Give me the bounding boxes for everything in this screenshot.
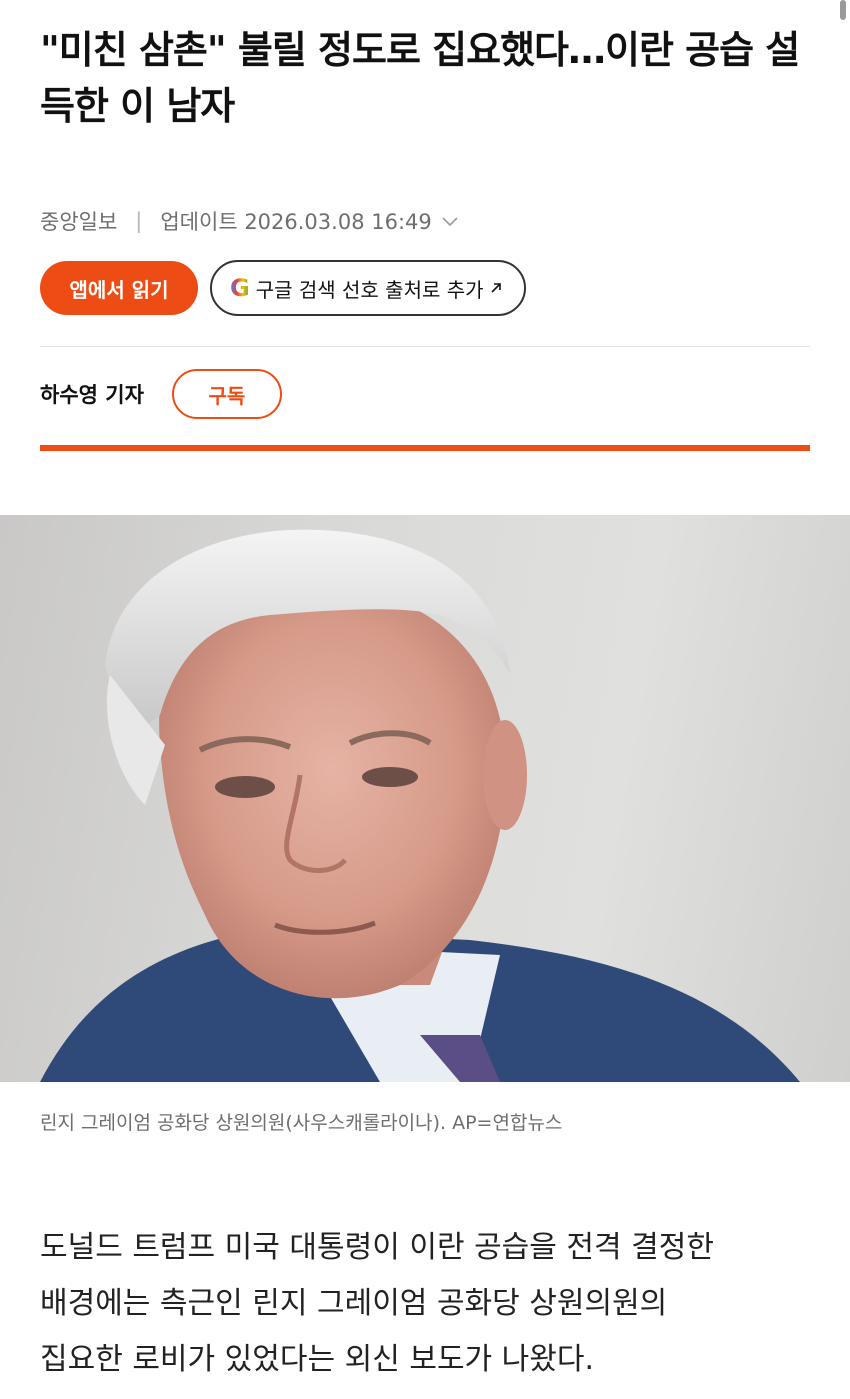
google-button-label: 구글 검색 선호 출처로 추가	[255, 277, 484, 302]
subscribe-button[interactable]: 구독	[171, 369, 282, 419]
photo-caption: 린지 그레이엄 공화당 상원의원(사우스캐롤라이나). AP=연합뉴스	[40, 1112, 563, 1134]
body-line: 배경에는 측근인 린지 그레이엄 공화당 상원의원의	[40, 1286, 668, 1321]
header-accent-rule	[40, 445, 810, 451]
action-buttons: 앱에서 읽기 G 구글 검색 선호 출처로 추가	[40, 260, 810, 316]
updated-timestamp[interactable]: 업데이트 2026.03.08 16:49	[160, 206, 431, 236]
google-icon: G	[230, 274, 250, 302]
divider	[40, 346, 810, 347]
scrollbar[interactable]	[840, 0, 846, 20]
chevron-down-icon[interactable]	[442, 212, 458, 231]
source-label[interactable]: 중앙일보	[40, 206, 117, 236]
article-meta: 중앙일보 | 업데이트 2026.03.08 16:49	[40, 206, 810, 236]
article-body: 도널드 트럼프 미국 대통령이 이란 공습을 전격 결정한 배경에는 측근인 린…	[40, 1220, 820, 1388]
body-line: 도널드 트럼프 미국 대통령이 이란 공습을 전격 결정한	[40, 1230, 714, 1265]
body-line: 집요한 로비가 있었다는 외신 보도가 나왔다.	[40, 1342, 595, 1377]
author-name[interactable]: 하수영 기자	[40, 379, 144, 409]
author-row: 하수영 기자 구독	[40, 369, 810, 419]
add-google-preferred-source-button[interactable]: G 구글 검색 선호 출처로 추가	[210, 260, 526, 316]
open-in-app-button[interactable]: 앱에서 읽기	[40, 261, 198, 315]
portrait-illustration	[40, 529, 800, 1082]
headline: "미친 삼촌" 불릴 정도로 집요했다…이란 공습 설득한 이 남자	[40, 28, 800, 128]
article-header: "미친 삼촌" 불릴 정도로 집요했다…이란 공습 설득한 이 남자 중앙일보 …	[0, 0, 850, 451]
meta-separator: |	[135, 209, 143, 233]
article-photo[interactable]	[0, 515, 850, 1082]
external-link-icon	[490, 278, 502, 299]
